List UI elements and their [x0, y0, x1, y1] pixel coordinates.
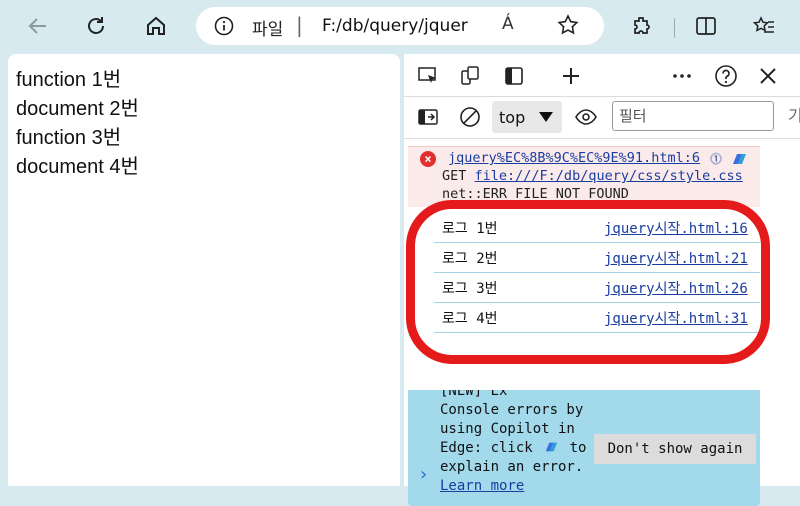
- address-bar[interactable]: 파일 | F:/db/query/jquer Á: [196, 7, 604, 45]
- copilot-tip-banner: [NEW] Ex Console errors by using Copilot…: [408, 390, 760, 506]
- info-icon[interactable]: [214, 16, 234, 36]
- console-prompt-icon[interactable]: ›: [418, 464, 429, 485]
- dropdown-arrow-icon: [539, 112, 553, 122]
- browser-toolbar: 파일 | F:/db/query/jquer Á: [0, 0, 800, 54]
- split-screen-icon: [696, 17, 716, 35]
- red-annotation-circle: [406, 200, 770, 364]
- toolbar-divider: [674, 18, 675, 38]
- toggle-sidebar-button[interactable]: [502, 64, 526, 88]
- clear-console-icon: [460, 107, 480, 127]
- inspect-element-button[interactable]: [416, 64, 440, 88]
- copilot-icon: [545, 442, 558, 452]
- dont-show-again-button[interactable]: Don't show again: [594, 434, 756, 464]
- read-aloud-icon[interactable]: Á: [502, 14, 514, 34]
- page-line-3: function 3번: [16, 127, 122, 149]
- puzzle-icon: [634, 17, 650, 34]
- console-sidebar-button[interactable]: [416, 105, 440, 129]
- page-line-1: function 1번: [16, 69, 122, 91]
- favorites-icon: [752, 16, 774, 33]
- back-arrow-icon: [28, 18, 46, 34]
- add-tool-button[interactable]: [559, 64, 583, 88]
- clear-console-button[interactable]: [458, 105, 482, 129]
- ellipsis-icon: [673, 74, 691, 78]
- home-icon: [147, 16, 165, 35]
- get-label: GET: [442, 168, 467, 184]
- favorites-button[interactable]: [748, 10, 780, 42]
- tip-line: using Copilot in: [440, 421, 575, 437]
- inspect-icon: [418, 67, 436, 83]
- device-icon: [461, 66, 479, 85]
- more-options-button[interactable]: [670, 64, 694, 88]
- console-toolbar: top: [404, 96, 800, 139]
- console-output: × jquery%EC%8B%9C%EC%9E%91.html:6 ⓵ GET …: [404, 140, 800, 506]
- panel-layout-icon: [505, 67, 523, 85]
- error-request-line: GET file:///F:/db/query/css/style.css: [442, 168, 743, 184]
- favorite-star-icon[interactable]: [556, 13, 580, 37]
- tip-line-end: to: [569, 440, 587, 456]
- tip-line: Console errors by: [440, 402, 584, 418]
- devtools-panel: top 기 × jquery%EC%8B%9C%EC%9E%91.html:6 …: [404, 54, 800, 506]
- tip-line: [NEW] Ex: [440, 390, 508, 399]
- site-label: 파일: [252, 20, 284, 40]
- close-icon: [760, 68, 776, 84]
- page-line-4: document 4번: [16, 156, 139, 178]
- home-button[interactable]: [140, 10, 172, 42]
- tip-line: Edge: click to: [440, 439, 590, 458]
- tip-line-start: Edge: click: [440, 440, 533, 456]
- copilot-tip-text: [NEW] Ex Console errors by using Copilot…: [440, 390, 590, 496]
- page-line-2: document 2번: [16, 98, 139, 120]
- error-icon: ×: [420, 151, 436, 167]
- refresh-icon: [88, 17, 104, 34]
- plus-icon: [563, 68, 579, 84]
- eye-icon: [575, 109, 597, 125]
- copilot-icon[interactable]: [730, 151, 748, 167]
- learn-more-link[interactable]: Learn more: [440, 477, 590, 496]
- page-viewport: function 1번 document 2번 function 3번 docu…: [8, 54, 400, 486]
- live-expression-button[interactable]: [574, 105, 598, 129]
- console-error-message: × jquery%EC%8B%9C%EC%9E%91.html:6 ⓵ GET …: [408, 146, 760, 207]
- error-source-link[interactable]: jquery%EC%8B%9C%EC%9E%91.html:6: [448, 150, 700, 166]
- address-separator: |: [296, 13, 303, 37]
- refresh-button[interactable]: [80, 10, 112, 42]
- console-filter-input[interactable]: [612, 101, 774, 131]
- error-url-link[interactable]: file:///F:/db/query/css/style.css: [475, 168, 743, 184]
- device-emulation-button[interactable]: [458, 64, 482, 88]
- more-filter-hint: 기: [788, 106, 800, 125]
- address-url[interactable]: F:/db/query/jquer: [322, 16, 472, 36]
- split-screen-button[interactable]: [690, 10, 722, 42]
- devtools-main-toolbar: [404, 54, 800, 97]
- context-selector[interactable]: top: [492, 101, 562, 133]
- help-button[interactable]: [714, 64, 738, 88]
- extensions-button[interactable]: [626, 10, 658, 42]
- close-devtools-button[interactable]: [756, 64, 780, 88]
- sidebar-toggle-icon: [418, 109, 438, 125]
- error-count-badge: ⓵: [710, 152, 723, 166]
- help-icon: [715, 65, 737, 87]
- back-button[interactable]: [22, 10, 54, 42]
- context-label: top: [499, 108, 526, 127]
- tip-line: explain an error.: [440, 459, 584, 475]
